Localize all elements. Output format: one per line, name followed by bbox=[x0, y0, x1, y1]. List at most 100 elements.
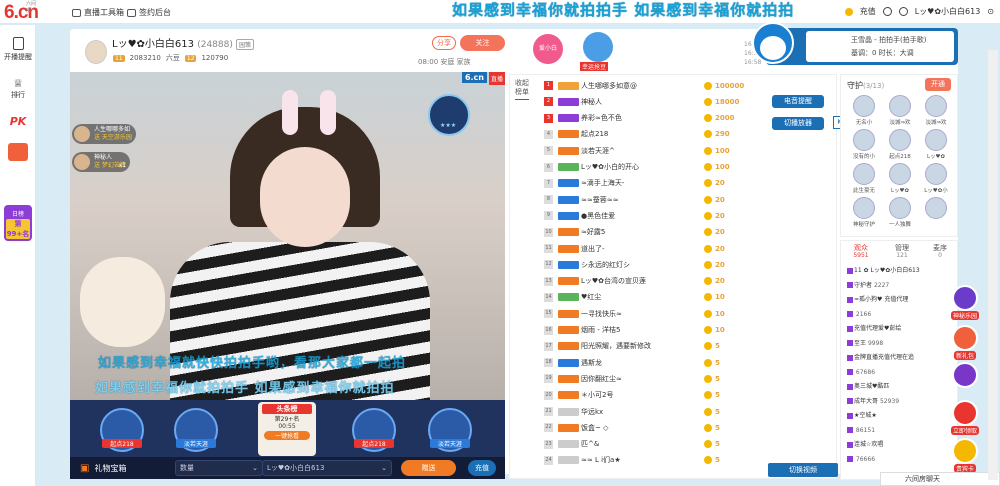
contribution-row[interactable]: 5 淡若天涯^ 100 bbox=[544, 144, 774, 157]
audience-row[interactable]: 金牌直播充值代理在追 bbox=[847, 354, 914, 362]
audience-row[interactable]: 至王 9998 bbox=[847, 340, 883, 348]
audience-row[interactable]: 守护者 2227 bbox=[847, 282, 889, 290]
audience-row[interactable]: 成年大哥 52939 bbox=[847, 398, 899, 406]
gift-box-icon[interactable] bbox=[0, 143, 36, 163]
audience-row[interactable]: 11 ✿ Lッ♥✿小白白613 bbox=[847, 267, 920, 275]
grab-button[interactable]: 一键抢看 bbox=[264, 431, 310, 440]
avatar[interactable] bbox=[898, 7, 908, 16]
contribution-row[interactable]: 6 Lッ♥✿小白的开心 100 bbox=[544, 161, 774, 174]
contribution-row[interactable]: 23 匹^& 5 bbox=[544, 438, 774, 451]
contribution-row[interactable]: 11 道出了- 20 bbox=[544, 242, 774, 255]
contribution-row[interactable]: 22 饭盒~ ◇ 5 bbox=[544, 421, 774, 434]
chat-dock[interactable]: 六间房聊天 bbox=[880, 472, 1000, 486]
tab-mic-queue[interactable]: 麦序 0 bbox=[925, 244, 955, 260]
guard-member[interactable]: 起点218 bbox=[883, 129, 917, 160]
recipient-select[interactable]: Lッ♥✿小白白613 ⌄ bbox=[262, 460, 392, 476]
audience-row[interactable]: 76666 bbox=[847, 456, 875, 464]
follow-button[interactable]: 关注 bbox=[460, 35, 505, 51]
hexagon-icon[interactable] bbox=[945, 362, 985, 400]
send-gift-button[interactable]: 赠送 bbox=[401, 460, 456, 476]
gift-notice[interactable]: 神秘人送 梦幻苦脾 x1 bbox=[72, 152, 130, 172]
guard-member[interactable]: Lッ♥✿ bbox=[883, 163, 917, 194]
audience-row[interactable]: ★空城★ bbox=[847, 412, 877, 420]
sign-backend-link[interactable]: 签约后台 bbox=[127, 7, 171, 18]
contribution-row[interactable]: 4 起点218 290 bbox=[544, 128, 774, 141]
guard-member[interactable]: 神秘守护 bbox=[847, 197, 881, 228]
video-player[interactable]: 6.cn 直播 ★★★ 人生哪哪多如送 天空游乐园 神秘人送 梦幻苦脾 x1 如果… bbox=[70, 72, 505, 400]
contribution-row[interactable]: 21 华远kx 5 bbox=[544, 405, 774, 418]
voice-remind-button[interactable]: 电音提醒 bbox=[772, 95, 824, 108]
guard-member[interactable] bbox=[919, 197, 953, 220]
audience-row[interactable]: 奥三城♥酷匹 bbox=[847, 383, 889, 391]
user-name[interactable]: Lッ♥✿小白白613 bbox=[915, 6, 981, 17]
contribution-row[interactable]: 13 Lッ♥✿台湾の宣贝莲 20 bbox=[544, 275, 774, 288]
rank-avatar[interactable]: 起点218 bbox=[100, 408, 144, 452]
guard-member[interactable]: Lッ♥✿小 bbox=[919, 163, 953, 194]
rank-number: 18 bbox=[544, 358, 553, 368]
guard-member[interactable]: 淡城⇒欢 bbox=[883, 95, 917, 126]
guard-member[interactable]: Lッ♥✿ bbox=[919, 129, 953, 160]
quantity-select[interactable]: 数量 ⌄ bbox=[175, 460, 263, 476]
contribution-row[interactable]: 18 遇斯龙 5 bbox=[544, 356, 774, 369]
scrollbar[interactable] bbox=[988, 50, 998, 480]
audience-row[interactable]: 86151 bbox=[847, 427, 875, 435]
contribution-row[interactable]: 19 因你翻红尘≈ 5 bbox=[544, 372, 774, 385]
contribution-row[interactable]: 24 ≈≈ L i们a★ 5 bbox=[544, 454, 774, 467]
anchor-avatar[interactable] bbox=[85, 40, 107, 64]
mystery-park-button[interactable]: 神秘乐园 bbox=[945, 285, 985, 323]
claim-now-button[interactable]: 立即领取 bbox=[945, 400, 985, 438]
sidebar-item-rank[interactable]: ♕ 排行 bbox=[0, 77, 36, 100]
chevron-down-icon[interactable]: ⊙ bbox=[987, 7, 994, 16]
contribution-row[interactable]: 8 ≈≈蚕蓉≈≈ 20 bbox=[544, 193, 774, 206]
contribution-row[interactable]: 14 ♥红尘 10 bbox=[544, 291, 774, 304]
recharge-button[interactable]: 充值 bbox=[468, 460, 496, 476]
audience-row[interactable]: 67686 bbox=[847, 369, 875, 377]
audience-row[interactable]: 充值代理爱♥彭绘 bbox=[847, 325, 901, 333]
contribution-row[interactable]: 20 ＊小可2号 5 bbox=[544, 389, 774, 402]
contribution-row[interactable]: 16 烟雨 - 洋桔5 10 bbox=[544, 324, 774, 337]
share-button[interactable]: 分享 bbox=[432, 36, 456, 50]
contribution-row[interactable]: 15 一寻找快乐≈ 10 bbox=[544, 307, 774, 320]
contribution-row[interactable]: 7 ≈滴手上海天- 20 bbox=[544, 177, 774, 190]
tab-admin[interactable]: 管理 121 bbox=[887, 244, 917, 260]
collapse-list-tab[interactable]: 收起榜单 bbox=[515, 79, 535, 100]
vip-card-button[interactable]: 贵宾卡 bbox=[945, 438, 985, 476]
contribution-row[interactable]: 9 ●黑色佳爱 20 bbox=[544, 209, 774, 222]
rank-avatar[interactable]: 淡若天涯 bbox=[174, 408, 218, 452]
contribution-row[interactable]: 10 ≈好露5 20 bbox=[544, 226, 774, 239]
lucky-badge-icon[interactable] bbox=[583, 32, 613, 62]
toolbox-link[interactable]: 直播工具箱 bbox=[72, 7, 124, 18]
rank-avatar[interactable]: 起点218 bbox=[352, 408, 396, 452]
gift-icon[interactable]: ▣ bbox=[80, 463, 89, 474]
rank-avatar[interactable]: 淡若天涯 bbox=[428, 408, 472, 452]
open-guard-button[interactable]: 开通 bbox=[925, 78, 951, 91]
guard-member[interactable]: 淡城⇒欢 bbox=[919, 95, 953, 126]
guard-member[interactable]: 此生豪无 bbox=[847, 163, 881, 194]
fan-badge[interactable]: 爱小白 bbox=[533, 34, 563, 64]
audience-row[interactable]: ≈孤小狗♥ 充值代理 bbox=[847, 296, 908, 304]
contribution-row[interactable]: 1 人生哪哪多如意@ 100000 bbox=[544, 79, 774, 92]
pin-badge[interactable]: ★★★ bbox=[428, 94, 470, 136]
sidebar-item-pk[interactable]: PK bbox=[0, 115, 36, 128]
contribution-row[interactable]: 2 神秘人 18000 bbox=[544, 95, 774, 108]
guard-member[interactable]: 无名小 bbox=[847, 95, 881, 126]
sidebar-item-reminder[interactable]: 开播提醒 bbox=[0, 37, 36, 62]
switch-video-button[interactable]: 切换视频 bbox=[768, 463, 838, 477]
tab-audience[interactable]: 观众 5951 bbox=[846, 244, 876, 260]
contribution-row[interactable]: 17 阳光照耀，遇要新修改 5 bbox=[544, 340, 774, 353]
gift-notice[interactable]: 人生哪哪多如送 天空游乐园 bbox=[72, 124, 136, 144]
guard-member[interactable]: 一人独舞 bbox=[883, 197, 917, 228]
switch-player-button[interactable]: 切播放器 bbox=[772, 117, 824, 130]
site-logo[interactable]: 6.cn 六间房 bbox=[4, 1, 39, 24]
audience-row[interactable]: 2166 bbox=[847, 311, 871, 319]
history-icon[interactable] bbox=[882, 7, 892, 16]
contribution-row[interactable]: 3 养彩≈色不色 2000 bbox=[544, 112, 774, 125]
new-gift-pack-button[interactable]: 新礼包 bbox=[945, 325, 985, 363]
audience-row[interactable]: 连城☆欢唱 bbox=[847, 441, 883, 449]
guard-member[interactable]: 没有的小 bbox=[847, 129, 881, 160]
contribution-row[interactable]: 12 シ永远的红灯シ 20 bbox=[544, 258, 774, 271]
headline-rank[interactable]: 头条榜 第29+名 00:55 一键抢看 bbox=[258, 402, 316, 456]
recharge-link[interactable]: 充值 bbox=[860, 6, 876, 17]
daily-rank-badge[interactable]: 日榜 第99+名 bbox=[4, 205, 32, 241]
gift-box-label[interactable]: 礼物宝箱 bbox=[94, 463, 126, 474]
